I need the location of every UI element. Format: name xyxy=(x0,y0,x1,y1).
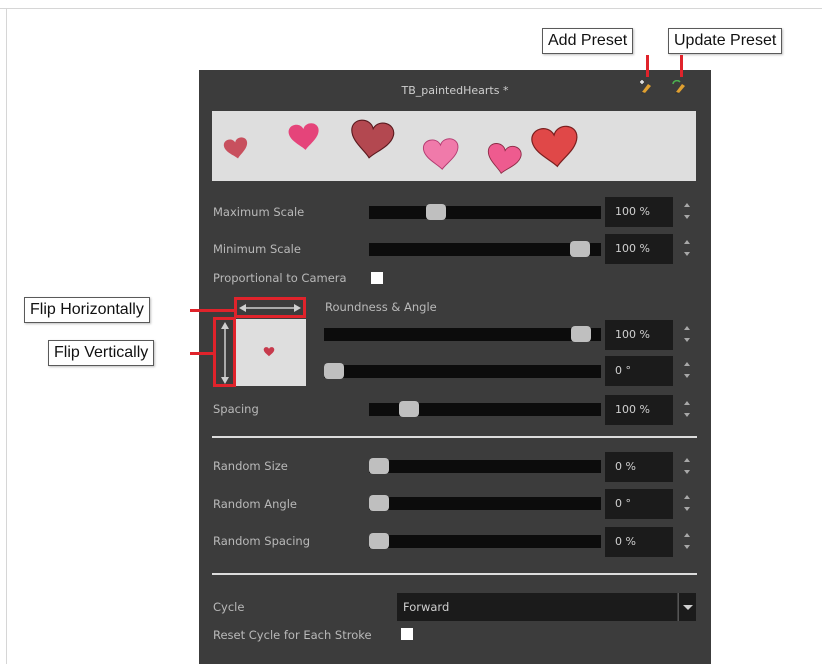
roundness-thumb[interactable] xyxy=(571,326,591,342)
random-size-thumb[interactable] xyxy=(369,458,389,474)
add-preset-icon[interactable] xyxy=(638,80,654,94)
flip-horizontally-leader-line xyxy=(190,309,236,312)
random-size-slider[interactable] xyxy=(369,458,601,474)
minimum-scale-slider[interactable] xyxy=(369,241,601,257)
random-size-spinner[interactable] xyxy=(683,452,691,482)
tip-preview xyxy=(236,319,306,386)
cycle-label: Cycle xyxy=(213,600,245,614)
random-size-label: Random Size xyxy=(213,459,288,473)
maximum-scale-thumb[interactable] xyxy=(426,204,446,220)
random-angle-slider[interactable] xyxy=(369,495,601,511)
random-angle-label: Random Angle xyxy=(213,497,297,511)
update-preset-icon[interactable] xyxy=(672,80,688,94)
random-angle-thumb[interactable] xyxy=(369,495,389,511)
roundness-angle-label: Roundness & Angle xyxy=(325,300,437,314)
proportional-to-camera-checkbox[interactable] xyxy=(371,272,383,284)
maximum-scale-spinner[interactable] xyxy=(683,197,691,227)
hearts-preview-image xyxy=(222,118,581,177)
spacing-label: Spacing xyxy=(213,402,259,416)
random-spacing-label: Random Spacing xyxy=(213,534,311,548)
spacing-thumb[interactable] xyxy=(399,401,419,417)
panel-title: TB_paintedHearts * xyxy=(401,84,509,97)
frame-left-border xyxy=(6,8,7,664)
section-divider xyxy=(212,573,697,575)
minimum-scale-thumb[interactable] xyxy=(570,241,590,257)
angle-slider[interactable] xyxy=(324,363,601,379)
cycle-dropdown[interactable]: Forward xyxy=(397,593,677,621)
flip-horizontally-callout: Flip Horizontally xyxy=(24,297,150,323)
random-spacing-value[interactable]: 0 % xyxy=(605,527,673,557)
random-size-value[interactable]: 0 % xyxy=(605,452,673,482)
add-preset-callout: Add Preset xyxy=(542,28,634,54)
spacing-value[interactable]: 100 % xyxy=(605,395,673,425)
minimum-scale-label: Minimum Scale xyxy=(213,242,301,256)
maximum-scale-value[interactable]: 100 % xyxy=(605,197,673,227)
reset-cycle-label: Reset Cycle for Each Stroke xyxy=(213,628,372,642)
spacing-slider[interactable] xyxy=(369,401,601,417)
flip-vertically-highlight xyxy=(213,317,236,387)
angle-spinner[interactable] xyxy=(683,356,691,386)
frame-top-border xyxy=(0,8,822,9)
random-angle-spinner[interactable] xyxy=(683,489,691,519)
proportional-to-camera-label: Proportional to Camera xyxy=(213,271,347,285)
spacing-spinner[interactable] xyxy=(683,395,691,425)
section-divider xyxy=(212,436,697,438)
random-spacing-slider[interactable] xyxy=(369,533,601,549)
flip-horizontally-highlight xyxy=(234,297,306,318)
heart-tip-icon xyxy=(263,347,275,357)
cycle-dropdown-chevron-down-icon[interactable] xyxy=(678,593,696,621)
roundness-slider[interactable] xyxy=(324,326,601,342)
reset-cycle-checkbox[interactable] xyxy=(401,628,413,640)
flip-vertically-callout: Flip Vertically xyxy=(48,340,155,366)
add-preset-leader-line xyxy=(646,55,649,77)
roundness-spinner[interactable] xyxy=(683,320,691,350)
brush-preview xyxy=(212,111,696,181)
angle-value[interactable]: 0 ° xyxy=(605,356,673,386)
maximum-scale-label: Maximum Scale xyxy=(213,205,305,219)
minimum-scale-value[interactable]: 100 % xyxy=(605,234,673,264)
random-spacing-thumb[interactable] xyxy=(369,533,389,549)
update-preset-leader-line xyxy=(680,55,683,77)
random-spacing-spinner[interactable] xyxy=(683,527,691,557)
random-angle-value[interactable]: 0 ° xyxy=(605,489,673,519)
flip-vertically-leader-line xyxy=(190,352,215,355)
maximum-scale-slider[interactable] xyxy=(369,204,601,220)
update-preset-callout: Update Preset xyxy=(668,28,783,54)
roundness-value[interactable]: 100 % xyxy=(605,320,673,350)
minimum-scale-spinner[interactable] xyxy=(683,234,691,264)
angle-thumb[interactable] xyxy=(324,363,344,379)
